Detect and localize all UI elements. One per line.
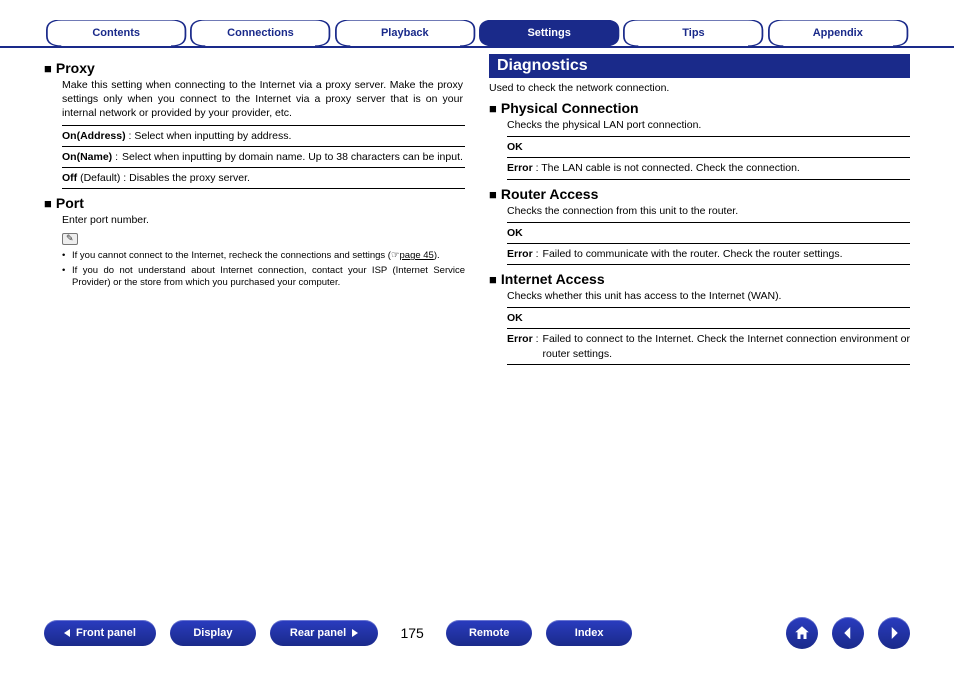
list-item: If you cannot connect to the Internet, r… [62, 250, 465, 262]
definition: Failed to communicate with the router. C… [543, 247, 843, 261]
prev-page-button[interactable] [832, 617, 864, 649]
table-row: OK [507, 222, 910, 243]
note-text: ). [434, 250, 440, 261]
definition: Failed to connect to the Internet. Check… [543, 332, 910, 360]
physical-connection-heading: Physical Connection [489, 100, 910, 116]
tab-contents[interactable]: Contents [44, 20, 188, 46]
chevron-left-icon [64, 629, 70, 637]
tab-settings[interactable]: Settings [477, 20, 621, 46]
term: Error [507, 248, 533, 260]
term: Error [507, 162, 533, 174]
proxy-desc: Make this setting when connecting to the… [44, 78, 465, 121]
remote-button[interactable]: Remote [446, 620, 532, 646]
tab-label: Appendix [813, 27, 863, 39]
note-text: If you cannot connect to the Internet, r… [72, 250, 400, 261]
left-column: Proxy Make this setting when connecting … [44, 54, 465, 371]
term: OK [507, 141, 523, 153]
list-item: If you do not understand about Internet … [62, 265, 465, 290]
tab-label: Contents [92, 27, 140, 39]
tab-label: Settings [527, 27, 570, 39]
physical-connection-table: OK Error : The LAN cable is not connecte… [507, 136, 910, 179]
tab-tips[interactable]: Tips [621, 20, 765, 46]
table-row: Error : The LAN cable is not connected. … [507, 157, 910, 179]
definition: The LAN cable is not connected. Check th… [541, 162, 800, 174]
page-title: Diagnostics [489, 54, 910, 78]
term: On(Name) [62, 151, 112, 163]
content-columns: Proxy Make this setting when connecting … [0, 48, 954, 371]
proxy-heading: Proxy [44, 60, 465, 76]
term: OK [507, 227, 523, 239]
sep: : [533, 162, 542, 174]
display-button[interactable]: Display [170, 620, 256, 646]
port-heading: Port [44, 195, 465, 211]
internet-access-table: OK Error : Failed to connect to the Inte… [507, 307, 910, 365]
tab-label: Playback [381, 27, 429, 39]
term: On(Address) [62, 130, 126, 142]
page-desc: Used to check the network connection. [489, 82, 910, 94]
section-desc: Checks whether this unit has access to t… [489, 289, 910, 303]
arrow-right-icon [885, 624, 903, 642]
front-panel-button[interactable]: Front panel [44, 620, 156, 646]
button-label: Remote [469, 627, 509, 639]
extra: (Default) : [77, 172, 129, 184]
section-desc: Checks the connection from this unit to … [489, 204, 910, 218]
table-row: On(Name) : Select when inputting by doma… [62, 146, 465, 167]
top-tabs: Contents Connections Playback Settings T… [0, 0, 954, 48]
tab-label: Tips [682, 27, 704, 39]
heading-text: Router Access [501, 186, 599, 202]
router-access-heading: Router Access [489, 186, 910, 202]
chevron-right-icon [352, 629, 358, 637]
next-page-button[interactable] [878, 617, 910, 649]
page-number: 175 [392, 625, 432, 641]
note-icon [62, 233, 78, 245]
heading-text: Internet Access [501, 271, 605, 287]
button-label: Rear panel [290, 627, 346, 639]
table-row: On(Address) : Select when inputting by a… [62, 125, 465, 146]
footer-nav: Front panel Display Rear panel 175 Remot… [44, 617, 910, 649]
home-icon [793, 624, 811, 642]
home-button[interactable] [786, 617, 818, 649]
tab-connections[interactable]: Connections [188, 20, 332, 46]
proxy-options-table: On(Address) : Select when inputting by a… [62, 125, 465, 190]
tab-label: Connections [227, 27, 294, 39]
tab-playback[interactable]: Playback [333, 20, 477, 46]
heading-text: Port [56, 195, 84, 211]
definition: Select when inputting by address. [134, 130, 291, 142]
definition: Disables the proxy server. [129, 172, 250, 184]
router-access-table: OK Error : Failed to communicate with th… [507, 222, 910, 265]
port-desc: Enter port number. [44, 213, 465, 227]
heading-text: Physical Connection [501, 100, 639, 116]
button-label: Display [193, 627, 232, 639]
table-row: Error : Failed to connect to the Interne… [507, 328, 910, 364]
table-row: OK [507, 136, 910, 157]
note-text: If you do not understand about Internet … [72, 265, 465, 288]
term: Error [507, 333, 533, 345]
notes-list: If you cannot connect to the Internet, r… [44, 250, 465, 289]
term: Off [62, 172, 77, 184]
tab-appendix[interactable]: Appendix [766, 20, 910, 46]
button-label: Index [575, 627, 604, 639]
heading-text: Proxy [56, 60, 95, 76]
sep: : [533, 248, 539, 260]
table-row: Off (Default) : Disables the proxy serve… [62, 167, 465, 189]
table-row: Error : Failed to communicate with the r… [507, 243, 910, 265]
section-desc: Checks the physical LAN port connection. [489, 118, 910, 132]
rear-panel-button[interactable]: Rear panel [270, 620, 378, 646]
button-label: Front panel [76, 627, 136, 639]
arrow-left-icon [839, 624, 857, 642]
right-column: Diagnostics Used to check the network co… [489, 54, 910, 371]
sep: : [112, 151, 118, 163]
index-button[interactable]: Index [546, 620, 632, 646]
internet-access-heading: Internet Access [489, 271, 910, 287]
page-link[interactable]: page 45 [400, 250, 434, 261]
table-row: OK [507, 307, 910, 328]
sep: : [533, 333, 539, 345]
term: OK [507, 312, 523, 324]
definition: Select when inputting by domain name. Up… [122, 150, 463, 164]
